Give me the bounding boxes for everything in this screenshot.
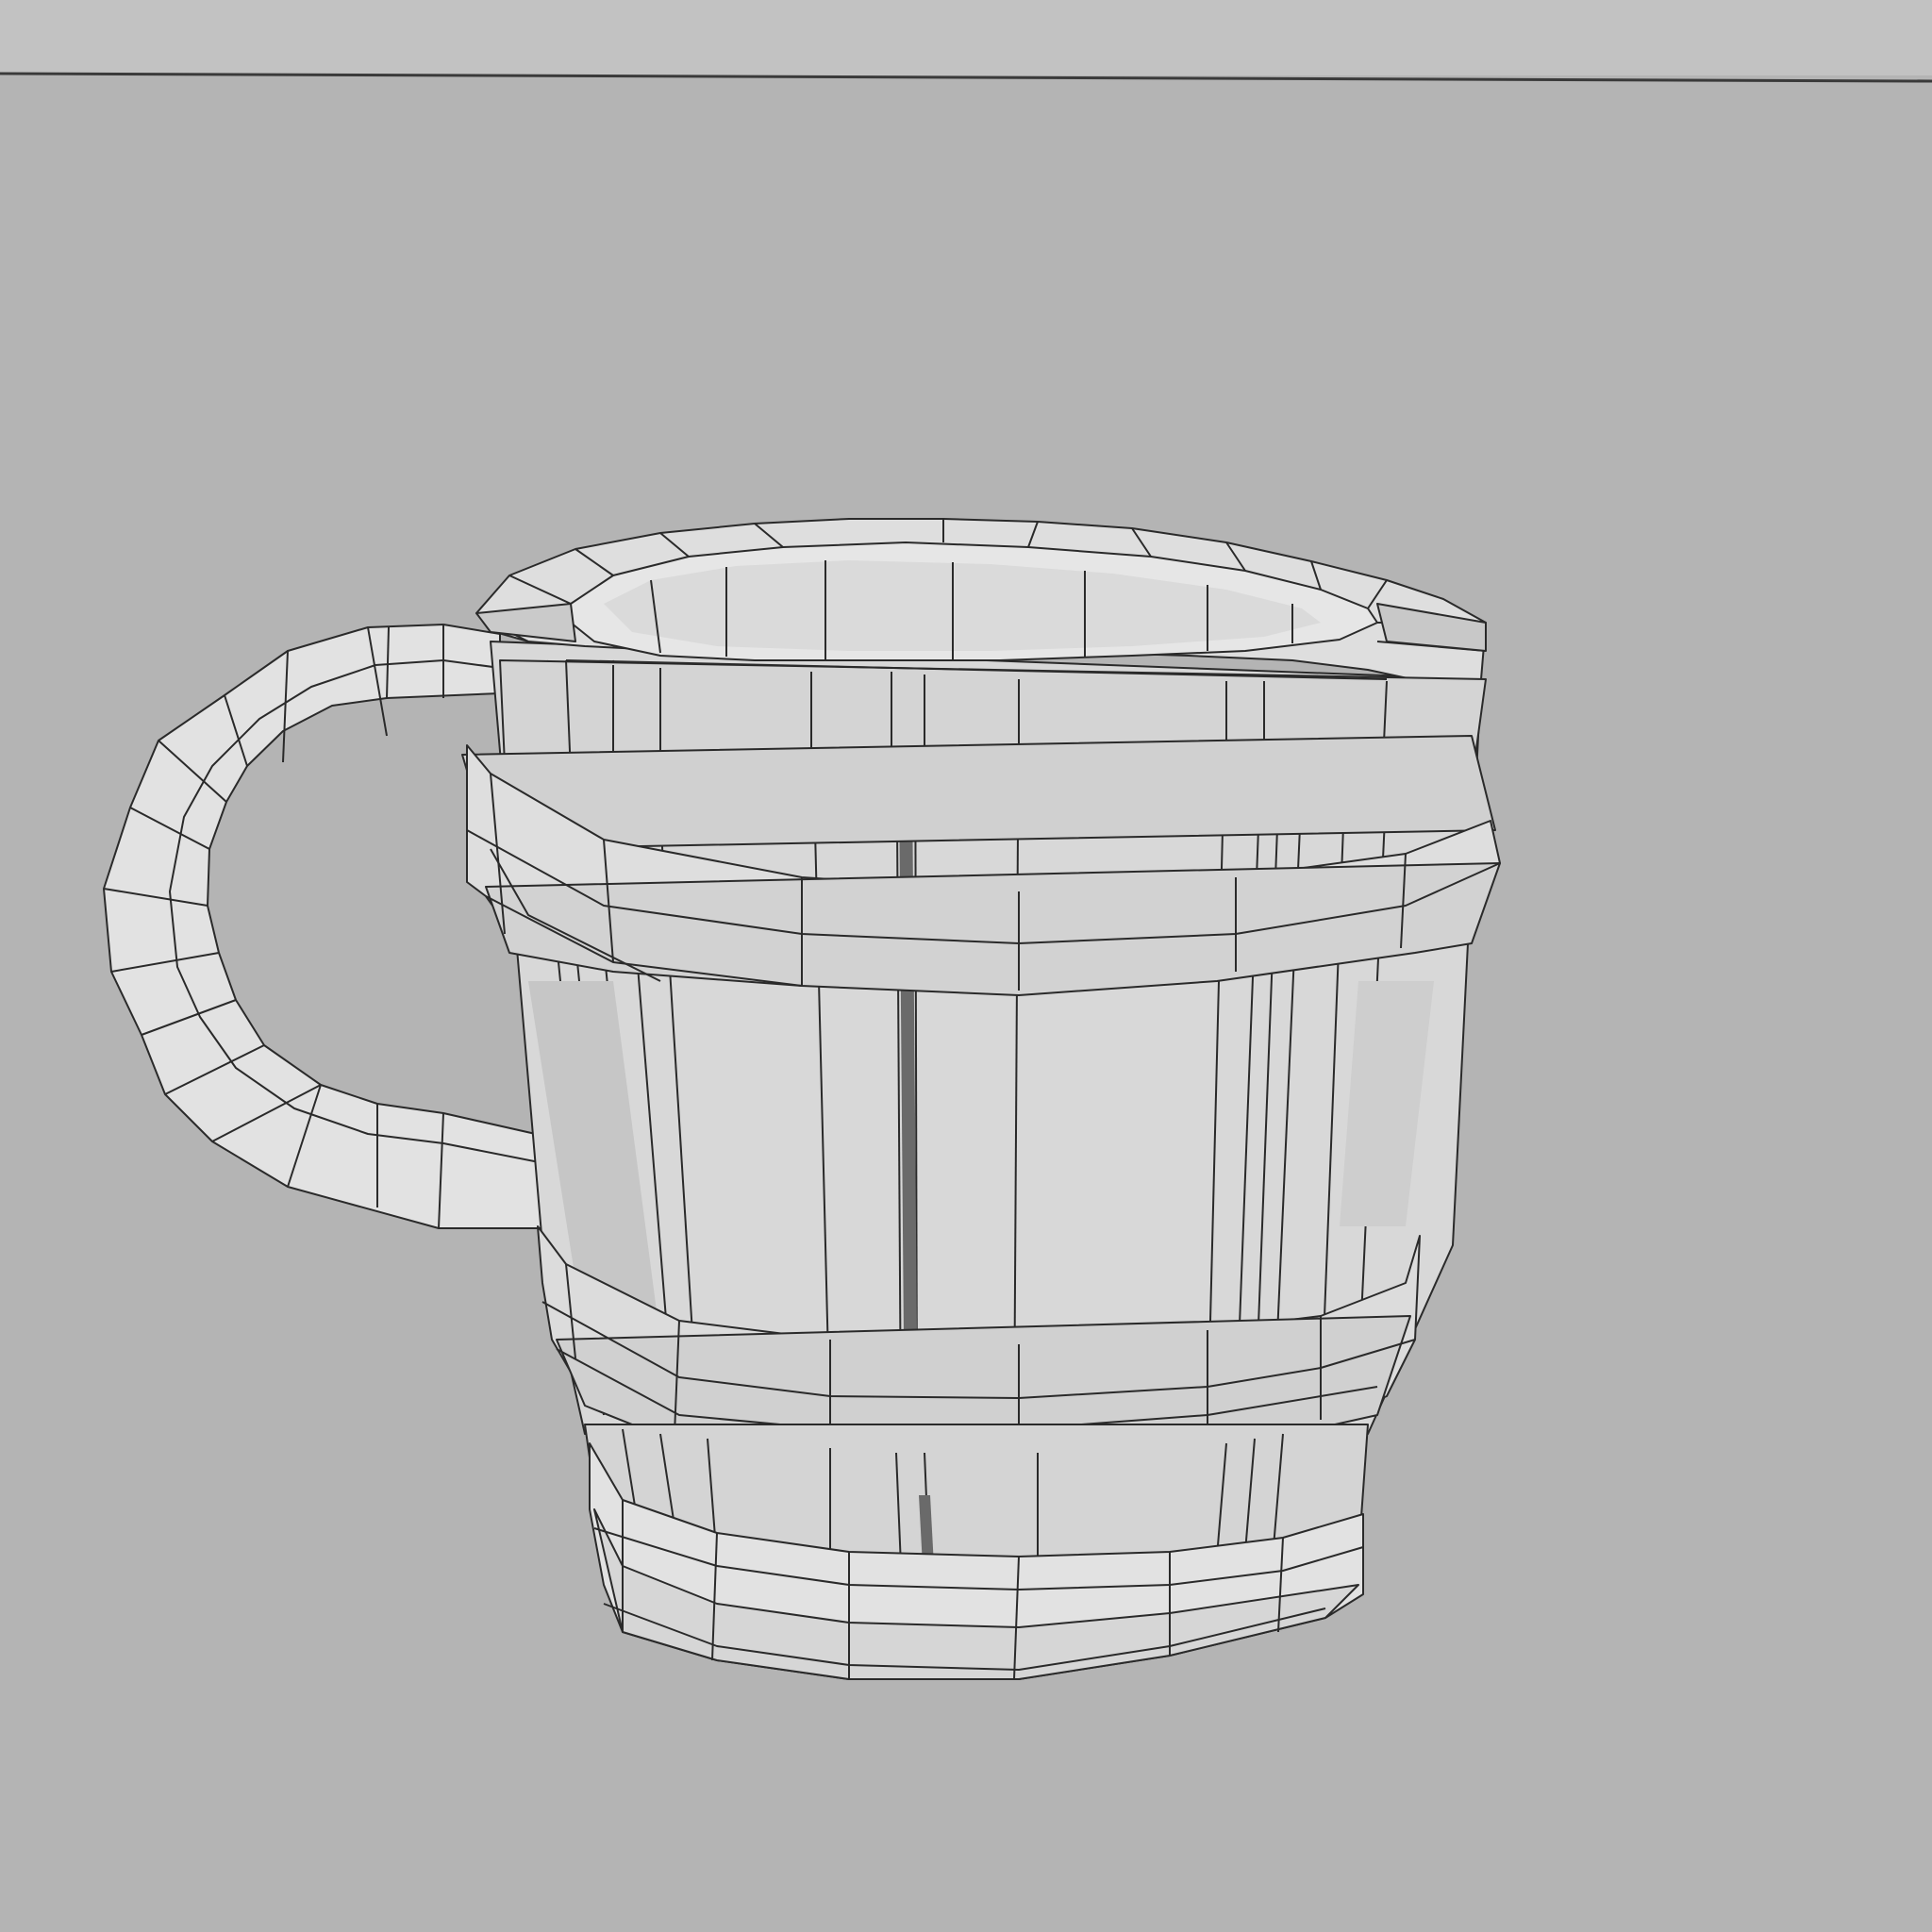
3d-viewport[interactable]: [0, 0, 1932, 1932]
viewport-upper-plane: [0, 0, 1932, 75]
viewport-canvas[interactable]: [0, 0, 1932, 1932]
